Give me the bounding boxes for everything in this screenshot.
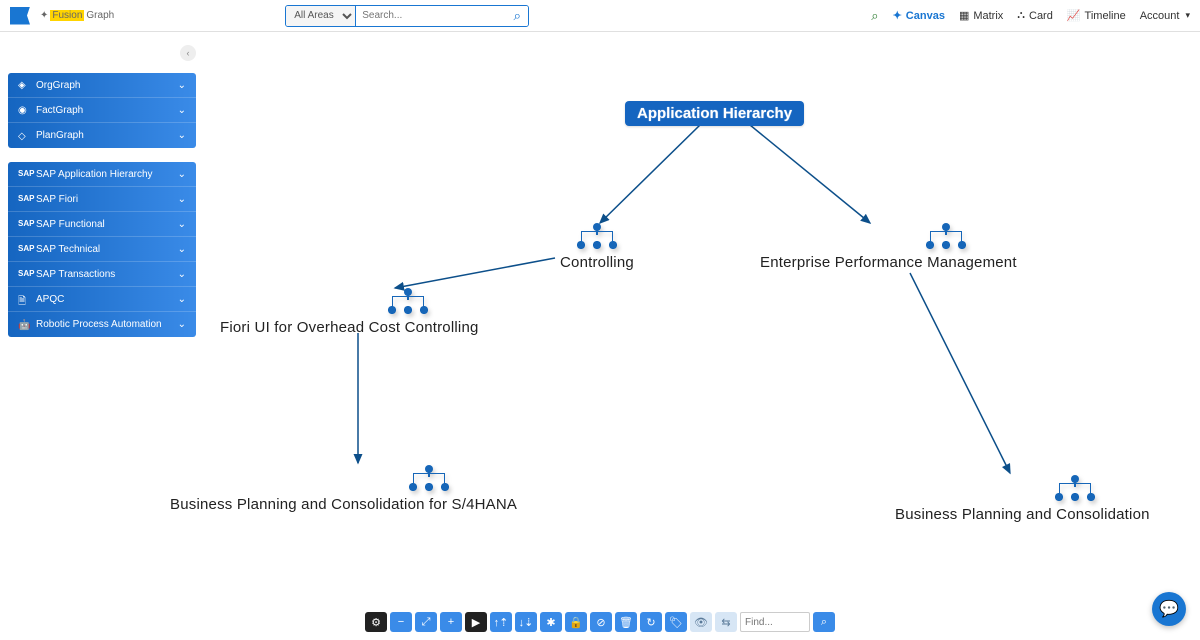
search-input[interactable]: [356, 6, 506, 26]
settings-button[interactable]: ⚙: [365, 612, 387, 632]
node-controlling[interactable]: Controlling: [560, 223, 634, 271]
search-scope-select[interactable]: All Areas: [286, 6, 356, 26]
play-button[interactable]: ▶: [465, 612, 487, 632]
find-button[interactable]: ⌕: [813, 612, 835, 632]
node-root-label: Application Hierarchy: [625, 101, 804, 126]
fit-button[interactable]: ⤢: [415, 612, 437, 632]
expand-down-button[interactable]: ↓⇣: [515, 612, 537, 632]
hide-button[interactable]: 👁: [690, 612, 712, 632]
flag-icon: [10, 7, 30, 25]
hierarchy-icon: [409, 465, 449, 491]
brand-text: ✦ FusionGraph: [40, 10, 114, 21]
layout-button[interactable]: ⇆: [715, 612, 737, 632]
zoom-in-button[interactable]: +: [440, 612, 462, 632]
node-root[interactable]: Application Hierarchy: [625, 101, 804, 126]
lock-button[interactable]: 🔒: [565, 612, 587, 632]
block-button[interactable]: ⊘: [590, 612, 612, 632]
hierarchy-icon: [1055, 475, 1095, 501]
hierarchy-icon: [577, 223, 617, 249]
nav-account[interactable]: Account: [1140, 10, 1190, 22]
tag-button[interactable]: 🏷: [665, 612, 687, 632]
hierarchy-icon: [926, 223, 966, 249]
search-icon[interactable]: ⌕: [871, 8, 878, 24]
expand-up-button[interactable]: ↑⇡: [490, 612, 512, 632]
app-logo[interactable]: ✦ FusionGraph: [10, 7, 114, 25]
search-box: All Areas ⌕: [285, 5, 529, 27]
node-bpc-s4[interactable]: Business Planning and Consolidation for …: [170, 465, 517, 513]
chat-bubble-button[interactable]: 💬: [1152, 592, 1186, 626]
refresh-button[interactable]: ↻: [640, 612, 662, 632]
nav-timeline[interactable]: 📈Timeline: [1067, 9, 1126, 22]
hierarchy-icon: [388, 288, 428, 314]
bottom-toolbar: ⚙ − ⤢ + ▶ ↑⇡ ↓⇣ ✱ 🔒 ⊘ 🗑 ↻ 🏷 👁 ⇆ ⌕: [365, 612, 835, 632]
nav-matrix[interactable]: ▦Matrix: [959, 9, 1003, 22]
nav-card[interactable]: ⛬Card: [1017, 9, 1053, 22]
node-fiori-overhead[interactable]: Fiori UI for Overhead Cost Controlling: [220, 288, 479, 336]
connection-arrows: [0, 33, 1200, 640]
find-input[interactable]: [740, 612, 810, 632]
star-button[interactable]: ✱: [540, 612, 562, 632]
canvas-area[interactable]: Application Hierarchy Controlling Enterp…: [0, 33, 1200, 640]
delete-button[interactable]: 🗑: [615, 612, 637, 632]
node-bpc[interactable]: Business Planning and Consolidation: [895, 475, 1150, 523]
zoom-out-button[interactable]: −: [390, 612, 412, 632]
node-epm[interactable]: Enterprise Performance Management: [760, 223, 1017, 271]
nav-canvas[interactable]: ✦Canvas: [893, 9, 945, 22]
search-button[interactable]: ⌕: [506, 6, 528, 26]
